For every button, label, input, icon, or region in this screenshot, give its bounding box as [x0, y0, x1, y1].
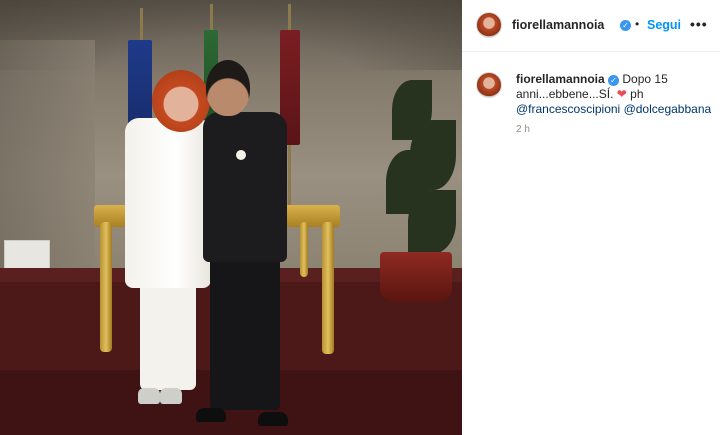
man-head [206, 60, 250, 116]
post-header: fiorellamannoia ✓ • Segui ••• [462, 0, 720, 52]
man-shoe [196, 408, 226, 422]
boutonniere [236, 150, 246, 160]
table-leg [100, 222, 112, 352]
mention-link[interactable]: @francescoscipioni [516, 102, 620, 116]
post-caption: fiorellamannoia ✓ Dopo 15 anni...ebbene.… [516, 72, 712, 117]
caption-username[interactable]: fiorellamannoia [516, 72, 605, 86]
plant-leaf [408, 190, 456, 254]
table-leg [300, 222, 308, 277]
verified-badge-icon: ✓ [620, 20, 631, 31]
woman-white-suit [125, 118, 211, 288]
caption-avatar[interactable] [476, 72, 502, 98]
woman-shoe [160, 388, 182, 404]
woman-head [152, 70, 210, 132]
plant-pot [380, 252, 452, 302]
man-black-suit [203, 112, 287, 262]
author-avatar[interactable] [476, 12, 502, 38]
woman-shoe [138, 388, 160, 404]
follow-button[interactable]: Segui [647, 18, 681, 32]
verified-badge-icon: ✓ [608, 75, 620, 86]
table-leg [322, 222, 334, 354]
caption-text-2: anni...ebbene...SÍ. [516, 87, 614, 101]
more-options-icon[interactable]: ••• [690, 16, 708, 32]
man-trousers [210, 250, 280, 410]
heart-icon: ❤ [616, 87, 627, 101]
post-timestamp[interactable]: 2 h [516, 124, 530, 135]
post-photo[interactable] [0, 0, 462, 435]
caption-text-1: Dopo 15 [622, 72, 668, 86]
mention-link[interactable]: @dolcegabbana [624, 102, 712, 116]
post-side-panel: fiorellamannoia ✓ • Segui ••• fiorellama… [462, 0, 720, 435]
caption-text-3: ph [630, 87, 644, 101]
header-separator: • [635, 17, 640, 31]
author-username[interactable]: fiorellamannoia [512, 18, 604, 32]
man-shoe [258, 412, 288, 426]
